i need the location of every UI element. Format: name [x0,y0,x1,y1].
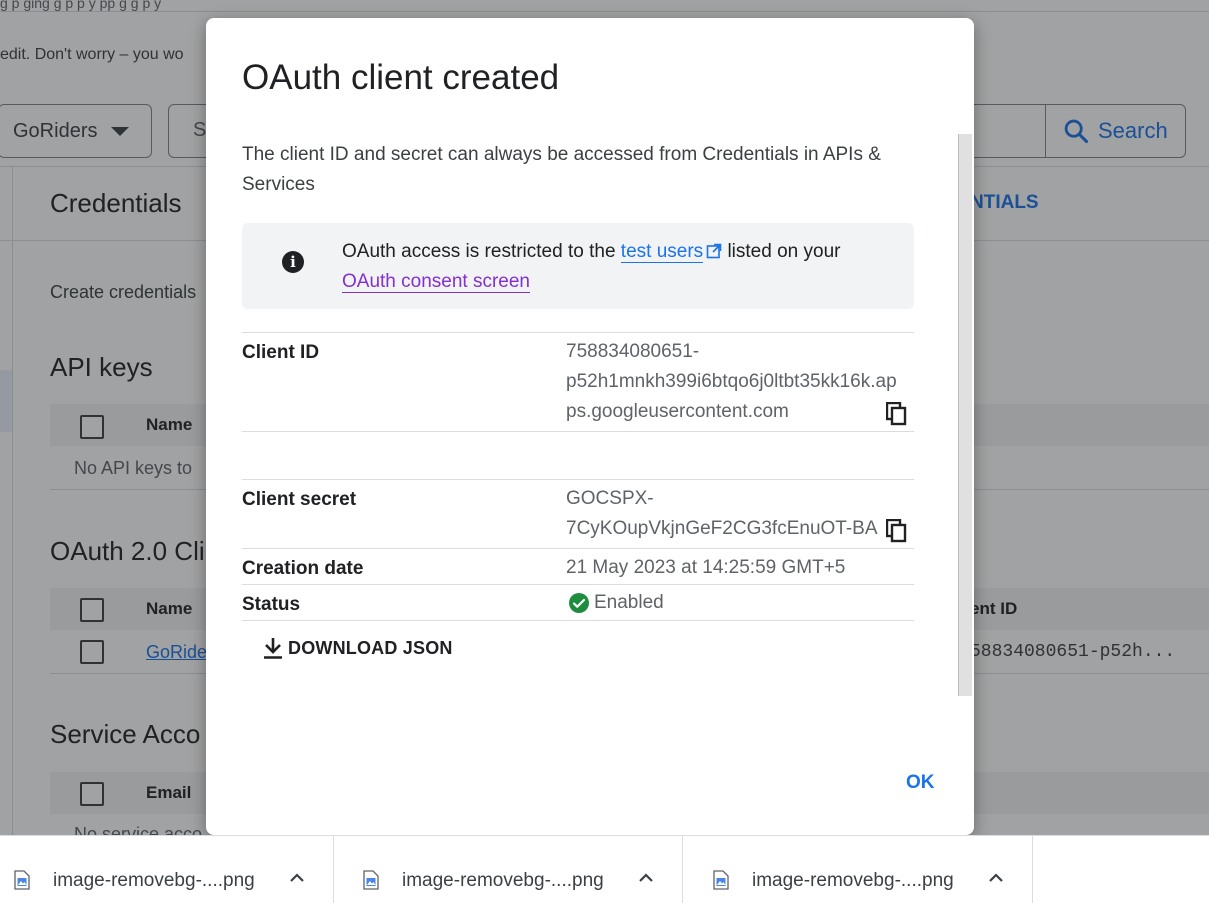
status-value: Enabled [568,592,664,614]
copy-client-secret-icon[interactable] [886,519,908,543]
file-image-icon [14,870,30,890]
chevron-up-icon[interactable] [288,870,306,884]
status-text: Enabled [594,592,664,613]
info-icon: i [282,251,304,273]
download-icon [264,638,282,659]
check-circle-icon [569,593,589,613]
download-shelf: image-removebg-....png image-removebg-..… [0,835,1209,903]
info-text: OAuth access is restricted to the test u… [342,237,902,297]
client-id-line: ps.googleusercontent.com [566,401,789,422]
download-filename: image-removebg-....png [752,870,954,891]
creation-date-value: 21 May 2023 at 14:25:59 GMT+5 [566,557,846,578]
divider [242,431,914,432]
external-link-icon[interactable] [706,243,722,259]
file-image-icon [713,870,729,890]
info-text-before: OAuth access is restricted to the [342,241,621,262]
dialog-title: OAuth client created [242,58,560,97]
chevron-up-icon[interactable] [637,870,655,884]
status-label: Status [242,594,301,615]
client-id-line: 758834080651- [566,341,700,362]
oauth-consent-screen-link[interactable]: OAuth consent screen [342,271,530,293]
download-item[interactable]: image-removebg-....png [349,836,683,903]
client-secret-value: GOCSPX- 7CyKOupVkjnGeF2CG3fcEnuOT-BA [566,484,878,544]
scrollbar[interactable] [958,134,972,696]
client-id-value: 758834080651- p52h1mnkh399i6btqo6j0ltbt3… [566,337,897,427]
client-secret-line: GOCSPX- [566,488,654,509]
divider [242,548,914,549]
info-text-after: listed on your [722,241,841,262]
copy-client-id-icon[interactable] [886,402,908,426]
client-id-line: p52h1mnkh399i6btqo6j0ltbt35kk16k.ap [566,371,897,392]
download-item[interactable]: image-removebg-....png [699,836,1033,903]
dialog-description: The client ID and secret can always be a… [242,144,881,195]
download-json-button[interactable]: DOWNLOAD JSON [262,636,453,660]
chevron-up-icon[interactable] [987,870,1005,884]
divider [242,332,914,333]
download-item[interactable]: image-removebg-....png [0,836,334,903]
divider [242,479,914,480]
download-json-label: DOWNLOAD JSON [288,637,453,658]
divider [242,584,914,585]
client-secret-label: Client secret [242,489,357,510]
info-callout: i OAuth access is restricted to the test… [242,223,914,309]
oauth-client-created-dialog: OAuth client created The client ID and s… [206,18,974,835]
download-filename: image-removebg-....png [53,870,255,891]
client-secret-line: 7CyKOupVkjnGeF2CG3fcEnuOT-BA [566,518,878,539]
file-image-icon [363,870,379,890]
test-users-link[interactable]: test users [620,241,704,263]
ok-button[interactable]: OK [906,772,935,794]
creation-date-label: Creation date [242,558,364,579]
download-filename: image-removebg-....png [402,870,604,891]
client-id-label: Client ID [242,342,320,363]
divider [242,620,914,621]
